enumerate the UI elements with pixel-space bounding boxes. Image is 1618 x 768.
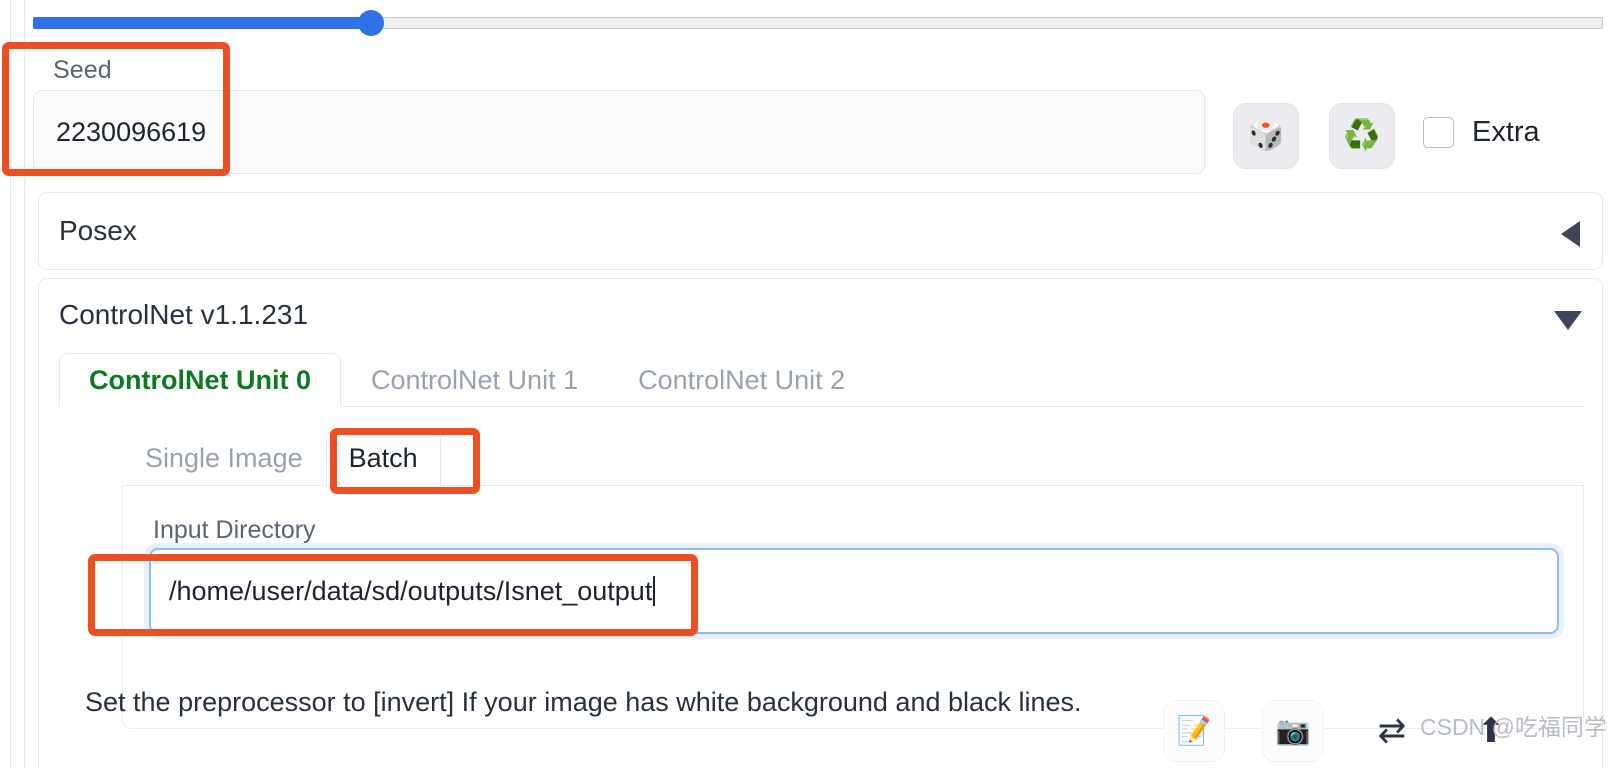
swap-arrows-icon[interactable]: ⇄ <box>1361 700 1423 762</box>
panel-rail-inner <box>24 0 25 768</box>
slider-fill <box>33 17 371 29</box>
extra-label: Extra <box>1472 116 1540 148</box>
input-directory-value: /home/user/data/sd/outputs/Isnet_output <box>169 575 653 606</box>
edit-memo-icon[interactable]: 📝 <box>1163 700 1225 762</box>
upload-arrow-icon[interactable]: ⬆ <box>1460 700 1522 762</box>
controlnet-mode-tabs: Single Image Batch <box>122 430 1584 486</box>
tab-controlnet-unit-2[interactable]: ControlNet Unit 2 <box>608 353 875 406</box>
preprocessor-hint: Set the preprocessor to [invert] If your… <box>85 687 1082 717</box>
text-caret <box>653 576 656 606</box>
tab-controlnet-unit-0[interactable]: ControlNet Unit 0 <box>59 353 341 407</box>
controlnet-title: ControlNet v1.1.231 <box>59 299 309 330</box>
controlnet-unit-tabs: ControlNet Unit 0 ControlNet Unit 1 Cont… <box>59 353 1584 407</box>
posex-title: Posex <box>59 215 137 246</box>
extra-checkbox-group[interactable]: Extra <box>1423 116 1540 149</box>
panel-rail-outer <box>10 0 11 768</box>
slider-thumb[interactable] <box>357 10 384 36</box>
chevron-left-icon[interactable] <box>1561 221 1580 247</box>
parameter-slider[interactable] <box>33 10 1603 36</box>
posex-panel[interactable]: Posex <box>38 192 1603 270</box>
input-directory-label: Input Directory <box>153 516 316 544</box>
recycle-icon[interactable]: ♻️ <box>1329 103 1395 169</box>
app-root: Seed 2230096619 🎲 ♻️ Extra Posex Control… <box>0 0 1618 768</box>
input-directory-field[interactable]: /home/user/data/sd/outputs/Isnet_output <box>149 548 1559 634</box>
extra-checkbox[interactable] <box>1423 117 1454 148</box>
dice-icon[interactable]: 🎲 <box>1233 103 1299 169</box>
tab-controlnet-unit-1[interactable]: ControlNet Unit 1 <box>341 353 608 406</box>
tab-single-image[interactable]: Single Image <box>122 430 326 485</box>
seed-label: Seed <box>53 56 112 84</box>
seed-input[interactable]: 2230096619 <box>33 90 1205 174</box>
tab-batch[interactable]: Batch <box>325 430 441 486</box>
chevron-down-icon[interactable] <box>1554 311 1582 330</box>
seed-block: Seed 2230096619 <box>33 46 1205 174</box>
camera-icon[interactable]: 📷 <box>1262 700 1324 762</box>
